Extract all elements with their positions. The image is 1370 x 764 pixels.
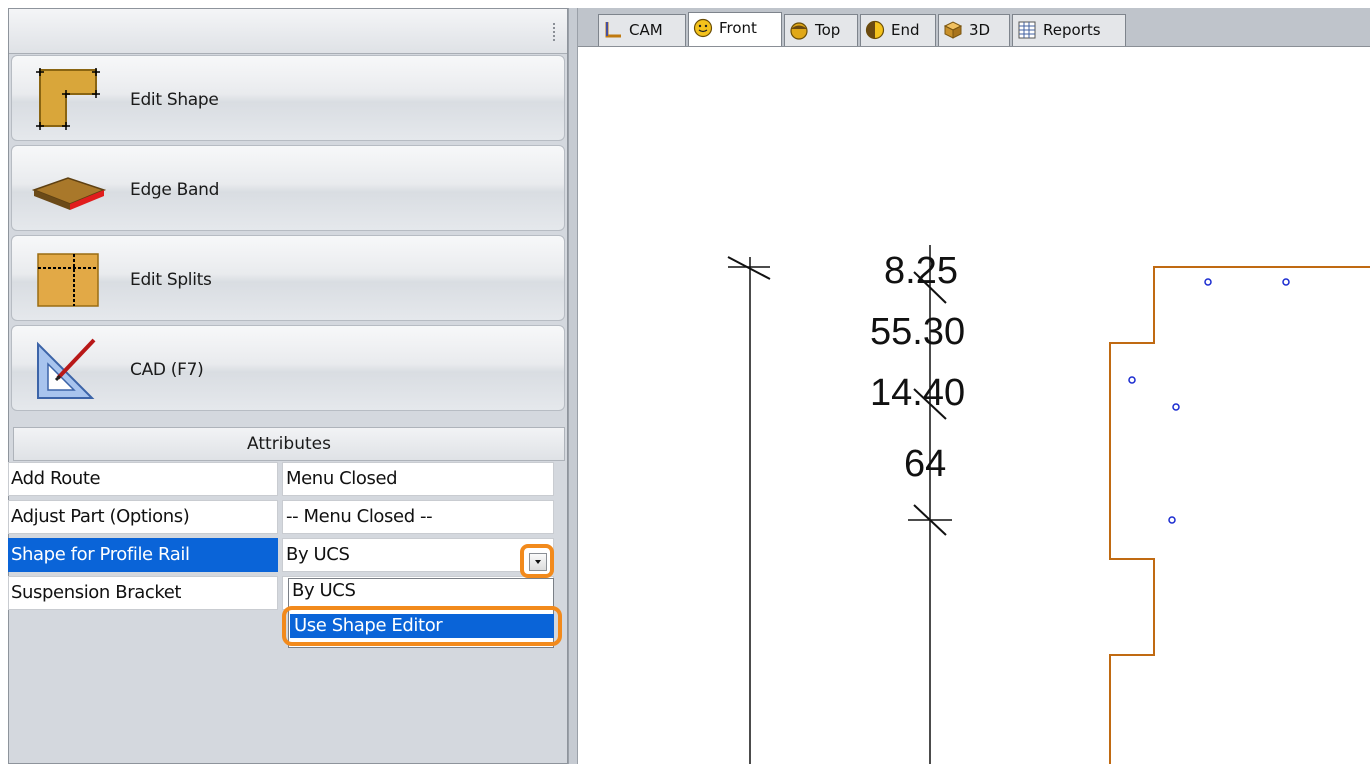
edge-band-icon	[31, 177, 106, 210]
cad-label: CAD (F7)	[130, 360, 204, 380]
reports-icon	[1018, 21, 1036, 39]
dropdown-option-by-ucs[interactable]: By UCS	[292, 580, 356, 601]
dropdown-toggle-button[interactable]	[520, 544, 554, 578]
dimension-label: 55.30	[870, 311, 966, 353]
attribute-row[interactable]: Add Route Menu Closed	[8, 462, 554, 498]
tab-label: Front	[719, 19, 757, 37]
tab-top[interactable]: Top	[784, 14, 858, 46]
attribute-value[interactable]: Menu Closed	[282, 462, 554, 496]
front-face-icon	[693, 18, 713, 38]
cad-icon	[37, 338, 96, 399]
tool-panel: Edit Shape Edge Band Edit Splits CAD (F7…	[8, 8, 568, 764]
tab-label: CAM	[629, 21, 663, 39]
tab-cam[interactable]: CAM	[598, 14, 686, 46]
attribute-value[interactable]: -- Menu Closed --	[282, 500, 554, 534]
grip-handle[interactable]	[553, 23, 557, 41]
edit-shape-icon	[36, 68, 100, 130]
attribute-row-selected[interactable]: Shape for Profile Rail By UCS	[8, 538, 554, 574]
attributes-header: Attributes	[13, 427, 565, 461]
attribute-name[interactable]: Shape for Profile Rail	[8, 538, 278, 572]
view-tab-bar: CAM Front Top End 3D Reports	[578, 8, 1370, 47]
cad-button[interactable]: CAD (F7)	[11, 325, 565, 411]
drawing-canvas[interactable]: 8.25 55.30 14.40 64	[578, 47, 1370, 764]
dimension-label: 64	[904, 443, 947, 485]
attribute-row[interactable]: Adjust Part (Options) -- Menu Closed --	[8, 500, 554, 536]
tab-3d[interactable]: 3D	[938, 14, 1010, 46]
dropdown-option-use-shape-editor[interactable]: Use Shape Editor	[290, 614, 554, 638]
attribute-name[interactable]: Adjust Part (Options)	[8, 500, 278, 534]
chevron-down-icon	[529, 553, 547, 571]
end-face-icon	[865, 20, 885, 40]
edit-splits-button[interactable]: Edit Splits	[11, 235, 565, 321]
tab-reports[interactable]: Reports	[1012, 14, 1126, 46]
edit-shape-label: Edit Shape	[130, 90, 219, 110]
edit-splits-icon	[37, 253, 99, 307]
tab-end[interactable]: End	[860, 14, 936, 46]
dropdown-option-highlight-frame: Use Shape Editor	[282, 606, 562, 646]
edit-shape-button[interactable]: Edit Shape	[11, 55, 565, 141]
app-window: Edit Shape Edge Band Edit Splits CAD (F7…	[0, 0, 1370, 764]
tab-label: Reports	[1043, 21, 1101, 39]
attribute-name[interactable]: Suspension Bracket	[8, 576, 278, 610]
part-outline	[1109, 266, 1370, 764]
attribute-value-dropdown[interactable]: By UCS	[282, 538, 554, 572]
front-view-drawing	[727, 245, 1370, 764]
edge-band-label: Edge Band	[130, 180, 220, 200]
edge-band-button[interactable]: Edge Band	[11, 145, 565, 231]
edit-splits-label: Edit Splits	[130, 270, 212, 290]
panel-splitter[interactable]	[568, 8, 578, 764]
panel-header	[9, 9, 567, 54]
tab-label: End	[891, 21, 920, 39]
tab-front[interactable]: Front	[688, 12, 782, 46]
tab-label: Top	[815, 21, 841, 39]
attribute-name[interactable]: Add Route	[8, 462, 278, 496]
tab-label: 3D	[969, 21, 991, 39]
cam-icon	[605, 22, 621, 38]
dimension-label: 14.40	[870, 372, 966, 414]
top-face-icon	[790, 22, 808, 40]
3d-box-icon	[943, 21, 963, 39]
dimension-label: 8.25	[884, 250, 958, 292]
